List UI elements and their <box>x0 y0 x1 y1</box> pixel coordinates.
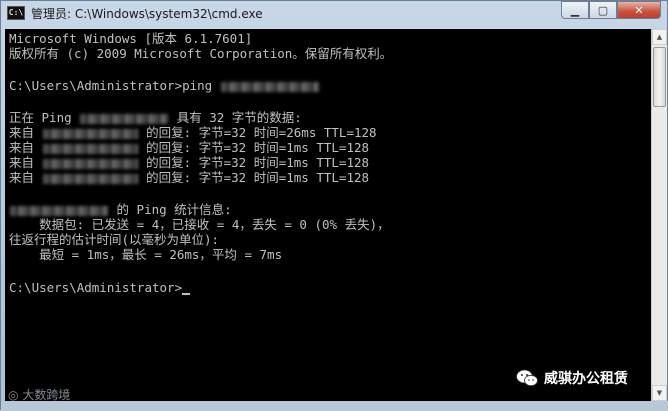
console-line-reply: 来自 的回复: 字节=32 时间=1ms TTL=128 <box>9 140 369 155</box>
redacted-ip <box>42 173 138 184</box>
watermark-logo-icon: ◎ <box>8 388 19 402</box>
watermark-left-text: 大数跨境 <box>22 388 71 402</box>
console-line-prompt[interactable]: C:\Users\Administrator> <box>9 280 191 295</box>
cmd-window: C:\ 管理员: C:\Windows\system32\cmd.exe ▁ ▢… <box>0 0 668 411</box>
console-line-reply: 来自 的回复: 字节=32 时间=1ms TTL=128 <box>9 155 369 170</box>
watermark-right-text: 威骐办公租赁 <box>544 371 628 387</box>
prompt-text: C:\Users\Administrator>ping <box>9 78 213 93</box>
reply-text: 的回复: 字节=32 时间=26ms TTL=128 <box>146 125 377 140</box>
reply-text: 的回复: 字节=32 时间=1ms TTL=128 <box>146 140 370 155</box>
watermark-right: 威骐办公租赁 <box>516 368 628 388</box>
console-line-rtt-header: 往返行程的估计时间(以毫秒为单位): <box>9 232 220 247</box>
reply-from-label: 来自 <box>9 155 35 170</box>
console-line-packets: 数据包: 已发送 = 4，已接收 = 4，丢失 = 0 (0% 丢失)， <box>9 217 390 232</box>
pinging-bytes: 具有 32 字节的数据: <box>176 110 302 125</box>
redacted-ip <box>42 158 138 169</box>
arrow-up-icon: ▲ <box>656 33 663 41</box>
console-line-version: Microsoft Windows [版本 6.1.7601] <box>9 31 253 46</box>
title-bar[interactable]: C:\ 管理员: C:\Windows\system32\cmd.exe ▁ ▢… <box>1 1 667 29</box>
redacted-ip <box>42 128 138 139</box>
window-title: 管理员: C:\Windows\system32\cmd.exe <box>31 7 263 21</box>
close-button[interactable]: ✕ <box>617 1 661 19</box>
maximize-button[interactable]: ▢ <box>589 1 617 19</box>
console-line-rtt-values: 最短 = 1ms，最长 = 26ms，平均 = 7ms <box>9 247 283 262</box>
redacted-ip <box>42 143 138 154</box>
reply-text: 的回复: 字节=32 时间=1ms TTL=128 <box>146 155 370 170</box>
maximize-icon: ▢ <box>597 3 609 17</box>
prompt-text: C:\Users\Administrator> <box>9 280 183 295</box>
watermark-left: ◎ 大数跨境 <box>8 386 70 403</box>
console-line-ping-command: C:\Users\Administrator>ping <box>9 78 320 93</box>
redacted-ip <box>220 81 319 92</box>
console-line-stats-header: 的 Ping 统计信息: <box>9 202 232 217</box>
reply-from-label: 来自 <box>9 140 35 155</box>
reply-from-label: 来自 <box>9 125 35 140</box>
cmd-app-icon[interactable]: C:\ <box>7 6 25 20</box>
console-line-reply: 来自 的回复: 字节=32 时间=1ms TTL=128 <box>9 170 369 185</box>
vertical-scrollbar[interactable]: ▲ ▼ <box>651 29 667 401</box>
reply-text: 的回复: 字节=32 时间=1ms TTL=128 <box>146 170 370 185</box>
pinging-label: 正在 Ping <box>9 110 72 125</box>
window-controls: ▁ ▢ ✕ <box>561 1 661 21</box>
scroll-down-button[interactable]: ▼ <box>652 385 667 401</box>
wechat-icon <box>516 369 538 387</box>
console-line-reply: 来自 的回复: 字节=32 时间=26ms TTL=128 <box>9 125 377 140</box>
reply-from-label: 来自 <box>9 170 35 185</box>
redacted-ip <box>10 205 108 216</box>
console-output[interactable]: Microsoft Windows [版本 6.1.7601] 版权所有 (c)… <box>5 29 651 401</box>
scroll-thumb[interactable] <box>653 47 666 107</box>
minimize-button[interactable]: ▁ <box>561 1 589 19</box>
stats-header-text: 的 Ping 统计信息: <box>116 202 232 217</box>
text-cursor <box>182 293 191 295</box>
redacted-ip <box>80 113 169 124</box>
scroll-up-button[interactable]: ▲ <box>652 29 667 45</box>
console-line-copyright: 版权所有 (c) 2009 Microsoft Corporation。保留所有… <box>9 46 393 61</box>
arrow-down-icon: ▼ <box>656 389 663 397</box>
close-icon: ✕ <box>634 3 644 17</box>
minimize-icon: ▁ <box>570 3 580 17</box>
console-line-pinging: 正在 Ping 具有 32 字节的数据: <box>9 110 302 125</box>
